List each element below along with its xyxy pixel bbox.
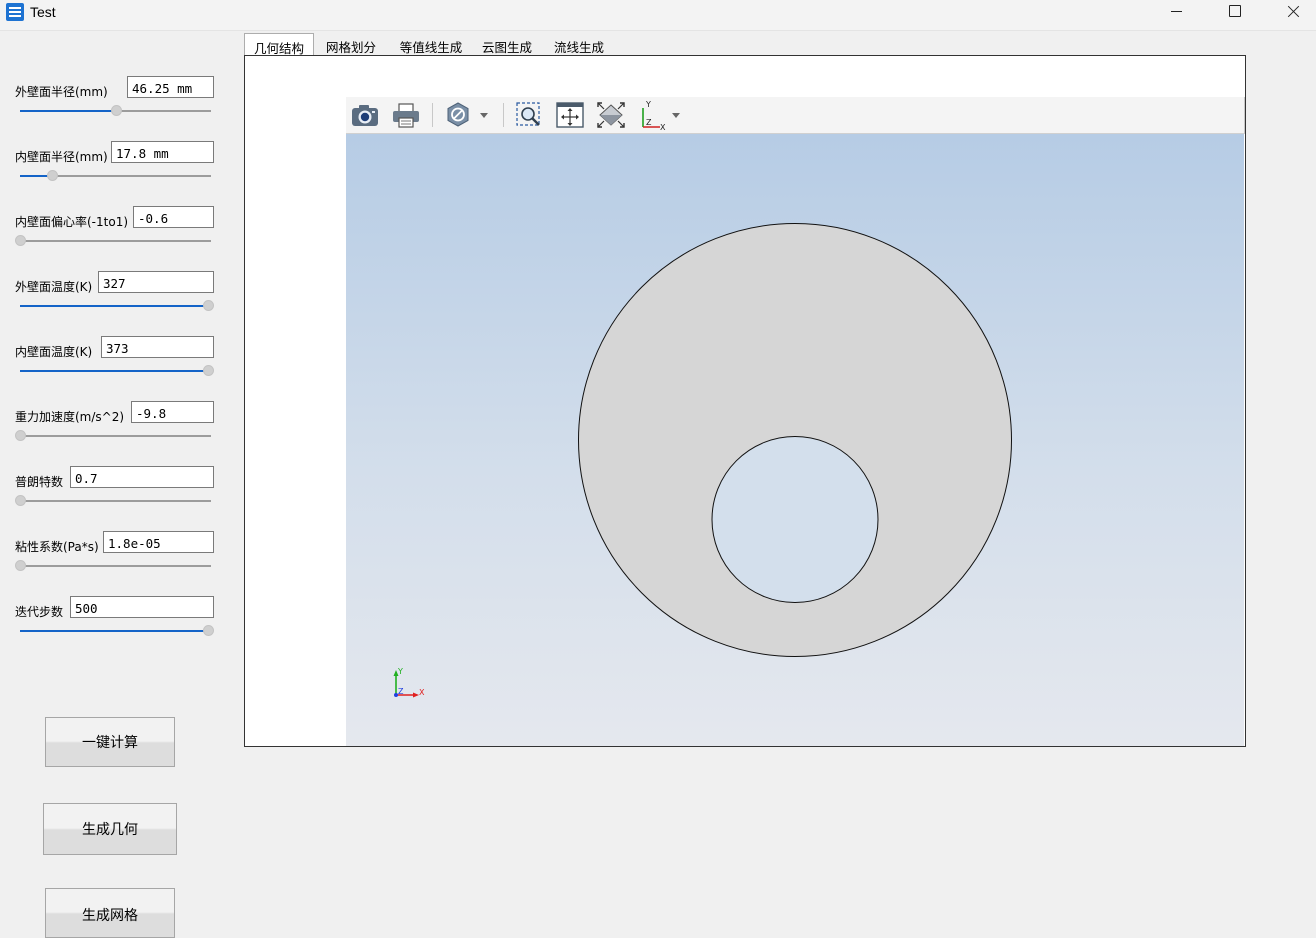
slider-handle[interactable] xyxy=(203,365,214,376)
tab-geometry[interactable]: 几何结构 xyxy=(244,33,314,57)
iterations-slider[interactable] xyxy=(20,625,214,636)
outer-radius-slider[interactable] xyxy=(20,105,211,116)
display-mode-icon[interactable] xyxy=(442,100,492,130)
param-inner-radius: 内壁面半径(mm) 17.8 mm xyxy=(0,141,240,201)
minimize-button[interactable] xyxy=(1148,0,1206,26)
3d-viewport[interactable]: Y Z X xyxy=(346,134,1244,746)
axis-triad: Y Z X xyxy=(393,667,425,698)
param-label: 内壁面温度(K) xyxy=(15,345,93,359)
toolbar-separator xyxy=(503,103,504,127)
param-gravity: 重力加速度(m/s^2) -9.8 xyxy=(0,401,240,461)
param-label: 外壁面温度(K) xyxy=(15,280,93,294)
camera-icon[interactable] xyxy=(349,100,381,130)
toolbar-separator xyxy=(432,103,433,127)
param-label: 重力加速度(m/s^2) xyxy=(15,410,125,424)
viewer-toolbar: Y Z X xyxy=(346,97,1245,134)
param-label: 外壁面半径(mm) xyxy=(15,85,108,99)
viscosity-slider[interactable] xyxy=(15,560,211,571)
gravity-slider[interactable] xyxy=(15,430,211,441)
tab-cloud[interactable]: 云图生成 xyxy=(478,33,536,56)
param-outer-temp: 外壁面温度(K) 327 xyxy=(0,271,240,331)
param-label: 内壁面偏心率(-1to1) xyxy=(15,215,129,229)
compute-button[interactable]: 一键计算 xyxy=(45,717,175,767)
app-icon xyxy=(6,3,24,21)
iterations-input[interactable]: 500 xyxy=(70,596,214,618)
inner-temp-slider[interactable] xyxy=(20,365,214,376)
slider-handle[interactable] xyxy=(203,625,214,636)
inner-wall-circle xyxy=(711,436,879,603)
eccentricity-input[interactable]: -0.6 xyxy=(133,206,214,228)
generate-mesh-button[interactable]: 生成网格 xyxy=(45,888,175,938)
axis-view-z-label: Z xyxy=(646,118,652,127)
axis-view-icon[interactable]: Y Z X xyxy=(636,100,686,132)
window-title: Test xyxy=(30,4,56,20)
axis-x-label: X xyxy=(419,688,425,697)
inner-radius-slider[interactable] xyxy=(20,170,211,181)
fit-all-icon[interactable] xyxy=(595,100,627,130)
param-viscosity: 粘性系数(Pa*s) 1.8e-05 xyxy=(0,531,240,591)
param-prandtl: 普朗特数 0.7 xyxy=(0,466,240,526)
outer-radius-input[interactable]: 46.25 mm xyxy=(127,76,214,98)
slider-handle[interactable] xyxy=(15,235,26,246)
param-iterations: 迭代步数 500 xyxy=(0,596,240,656)
axis-view-x-label: X xyxy=(660,123,666,130)
axis-y-label: Y xyxy=(397,667,403,676)
slider-handle[interactable] xyxy=(15,430,26,441)
print-icon[interactable] xyxy=(390,100,422,130)
tab-streamline[interactable]: 流线生成 xyxy=(548,33,610,56)
param-outer-radius: 外壁面半径(mm) 46.25 mm xyxy=(0,76,240,136)
tab-contour[interactable]: 等值线生成 xyxy=(392,33,470,56)
param-label: 普朗特数 xyxy=(15,475,64,489)
viscosity-input[interactable]: 1.8e-05 xyxy=(103,531,214,553)
outer-temp-slider[interactable] xyxy=(20,300,214,311)
gravity-input[interactable]: -9.8 xyxy=(131,401,214,423)
slider-handle[interactable] xyxy=(111,105,122,116)
param-label: 迭代步数 xyxy=(15,605,64,619)
prandtl-slider[interactable] xyxy=(15,495,211,506)
inner-temp-input[interactable]: 373 xyxy=(101,336,214,358)
prandtl-input[interactable]: 0.7 xyxy=(70,466,214,488)
tab-mesh[interactable]: 网格划分 xyxy=(318,33,384,56)
close-window-button[interactable] xyxy=(1264,0,1316,26)
param-label: 粘性系数(Pa*s) xyxy=(15,540,99,554)
axis-view-y-label: Y xyxy=(645,100,651,109)
title-bar: Test xyxy=(0,0,1316,31)
outer-temp-input[interactable]: 327 xyxy=(98,271,214,293)
param-inner-temp: 内壁面温度(K) 373 xyxy=(0,336,240,396)
zoom-box-icon[interactable] xyxy=(513,100,545,130)
slider-handle[interactable] xyxy=(15,560,26,571)
maximize-button[interactable] xyxy=(1206,0,1264,26)
generate-geometry-button[interactable]: 生成几何 xyxy=(43,803,177,855)
slider-handle[interactable] xyxy=(203,300,214,311)
param-label: 内壁面半径(mm) xyxy=(15,150,108,164)
inner-radius-input[interactable]: 17.8 mm xyxy=(111,141,214,163)
slider-handle[interactable] xyxy=(47,170,58,181)
param-eccentricity: 内壁面偏心率(-1to1) -0.6 xyxy=(0,206,240,266)
pan-icon[interactable] xyxy=(554,100,586,130)
slider-handle[interactable] xyxy=(15,495,26,506)
axis-z-label: Z xyxy=(398,687,404,696)
eccentricity-slider[interactable] xyxy=(15,235,211,246)
